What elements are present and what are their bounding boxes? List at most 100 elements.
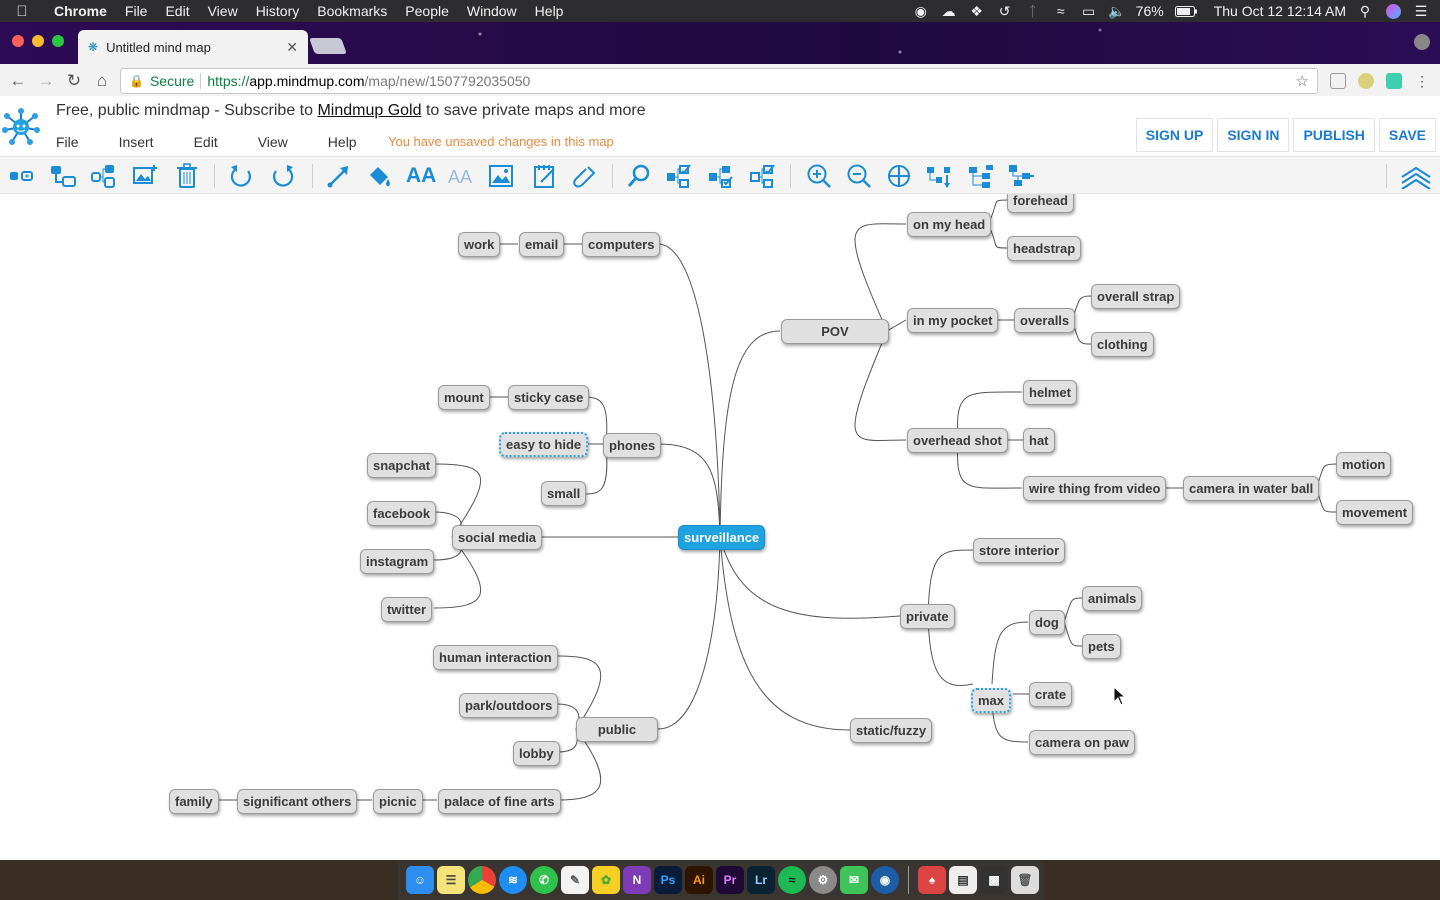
node-park-outdoors[interactable]: park/outdoors [459,693,559,718]
dropbox-icon[interactable]: ❖ [968,3,986,19]
forward-icon[interactable]: → [32,71,60,91]
menu-help[interactable]: Help [526,0,573,22]
connect-nodes-icon[interactable] [326,163,352,189]
node-overhead-shot[interactable]: overhead shot [907,428,1008,453]
home-icon[interactable]: ⌂ [88,71,116,91]
undo-icon[interactable] [228,163,254,189]
node-wire-thing-from-video[interactable]: wire thing from video [1023,476,1167,501]
node-helmet[interactable]: helmet [1023,380,1077,405]
node-family[interactable]: family [169,789,219,814]
node-mount[interactable]: mount [438,385,490,410]
wifi-icon[interactable]: ≈ [1052,3,1070,19]
node-dog[interactable]: dog [1029,610,1065,635]
siri-icon[interactable] [1384,3,1402,19]
node-camera-on-paw[interactable]: camera on paw [1029,730,1135,755]
node-movement[interactable]: movement [1336,500,1414,525]
dock-textedit-icon[interactable]: ✎ [561,866,589,894]
publish-button[interactable]: PUBLISH [1293,118,1375,152]
dock-trash-icon[interactable]: 🗑 [1011,866,1039,894]
node-lobby[interactable]: lobby [513,741,560,766]
expand-all-icon[interactable] [750,163,776,189]
window-close-button[interactable] [12,35,24,47]
notification-center-icon[interactable]: ☰ [1412,3,1430,19]
menu-window[interactable]: Window [458,0,526,22]
mindmup-gold-link[interactable]: Mindmup Gold [317,102,421,119]
node-root-surveillance[interactable]: surveillance [678,525,766,550]
dock-documents-icon[interactable]: ▤ [949,866,977,894]
tab-close-icon[interactable]: ✕ [286,39,298,56]
mindmup-logo-icon[interactable] [2,108,40,146]
dock-notes-icon[interactable]: ☰ [437,866,465,894]
delete-trash-icon[interactable] [174,163,200,189]
bluetooth-icon[interactable]: ᛏ [1024,3,1042,19]
node-store-interior[interactable]: store interior [973,538,1066,563]
reload-icon[interactable]: ↻ [60,71,88,91]
volume-icon[interactable]: 🔈 [1108,3,1126,19]
toggle-collapse-icon[interactable] [666,163,692,189]
increase-font-icon[interactable]: AA [406,163,436,189]
menu-file[interactable]: File [116,0,157,22]
menu-history[interactable]: History [247,0,309,22]
collapse-toolbar-icon[interactable] [1400,163,1432,189]
node-palace-of-fine-arts[interactable]: palace of fine arts [438,789,561,814]
paint-bucket-icon[interactable] [366,163,392,189]
chrome-menu-icon[interactable]: ⋮ [1414,73,1430,89]
menu-people[interactable]: People [396,0,458,22]
battery-icon[interactable] [1174,3,1198,19]
app-menu-view[interactable]: View [258,134,288,150]
node-overalls[interactable]: overalls [1014,308,1076,333]
address-bar[interactable]: 🔒 Secure https:// app.mindmup.com /map/n… [120,68,1318,94]
node-public[interactable]: public [576,717,658,742]
tab-untitled-mind-map[interactable]: ❋ Untitled mind map ✕ [78,30,308,64]
dock-migration-icon[interactable]: ◉ [871,866,899,894]
app-menu-edit[interactable]: Edit [194,134,218,150]
dock-onenote-icon[interactable]: N [623,866,651,894]
node-headstrap[interactable]: headstrap [1007,236,1082,261]
node-motion[interactable]: motion [1336,452,1392,477]
node-clothing[interactable]: clothing [1091,332,1154,357]
app-menu-insert[interactable]: Insert [119,134,154,150]
dock-illustrator-icon[interactable]: Ai [685,866,713,894]
standard-layout-icon[interactable] [968,163,994,189]
cast-icon[interactable] [1330,73,1346,89]
zoom-out-icon[interactable] [846,163,872,189]
redo-icon[interactable] [270,163,296,189]
collapse-all-icon[interactable] [708,163,734,189]
node-snapchat[interactable]: snapchat [367,453,437,478]
zoom-search-icon[interactable] [626,163,652,189]
time-machine-icon[interactable]: ↺ [996,3,1014,19]
node-animals[interactable]: animals [1082,586,1143,611]
airplay-icon[interactable]: ▭ [1080,3,1098,19]
extension-pocket-icon[interactable] [1386,73,1402,89]
extension-bulb-icon[interactable] [1358,73,1374,89]
node-easy-to-hide[interactable]: easy to hide [499,432,589,457]
node-static-fuzzy[interactable]: static/fuzzy [850,718,933,743]
dock-premiere-icon[interactable]: Pr [716,866,744,894]
clock[interactable]: Thu Oct 12 12:14 AM [1214,3,1346,19]
record-icon[interactable]: ◉ [912,3,930,19]
node-computers[interactable]: computers [582,232,661,257]
add-image-icon[interactable] [132,163,158,189]
app-menu-help[interactable]: Help [328,134,357,150]
mind-map-canvas[interactable]: work email computers mount sticky case e… [0,194,1440,860]
dock-chrome-icon[interactable] [468,866,496,894]
set-background-image-icon[interactable] [488,163,514,189]
node-picnic[interactable]: picnic [373,789,423,814]
dock-photoshop-icon[interactable]: Ps [654,866,682,894]
app-menu-file[interactable]: File [56,134,79,150]
spotlight-search-icon[interactable]: ⚲ [1356,3,1374,19]
dock-wunderlist-icon[interactable]: ✿ [592,866,620,894]
dock-system-preferences-icon[interactable]: ⚙ [809,866,837,894]
node-overall-strap[interactable]: overall strap [1091,284,1181,309]
node-twitter[interactable]: twitter [381,597,432,622]
back-icon[interactable]: ← [4,71,32,91]
add-parent-icon[interactable] [90,163,116,189]
menu-app-name[interactable]: Chrome [44,0,116,22]
reset-view-crosshair-icon[interactable] [886,163,912,189]
left-right-layout-icon[interactable] [1008,163,1034,189]
dock-messages-icon[interactable]: ✉ [840,866,868,894]
node-hat[interactable]: hat [1023,428,1055,453]
window-maximize-button[interactable] [52,35,64,47]
dock-messenger-icon[interactable]: ≋ [499,866,527,894]
link-icon[interactable] [572,163,598,189]
